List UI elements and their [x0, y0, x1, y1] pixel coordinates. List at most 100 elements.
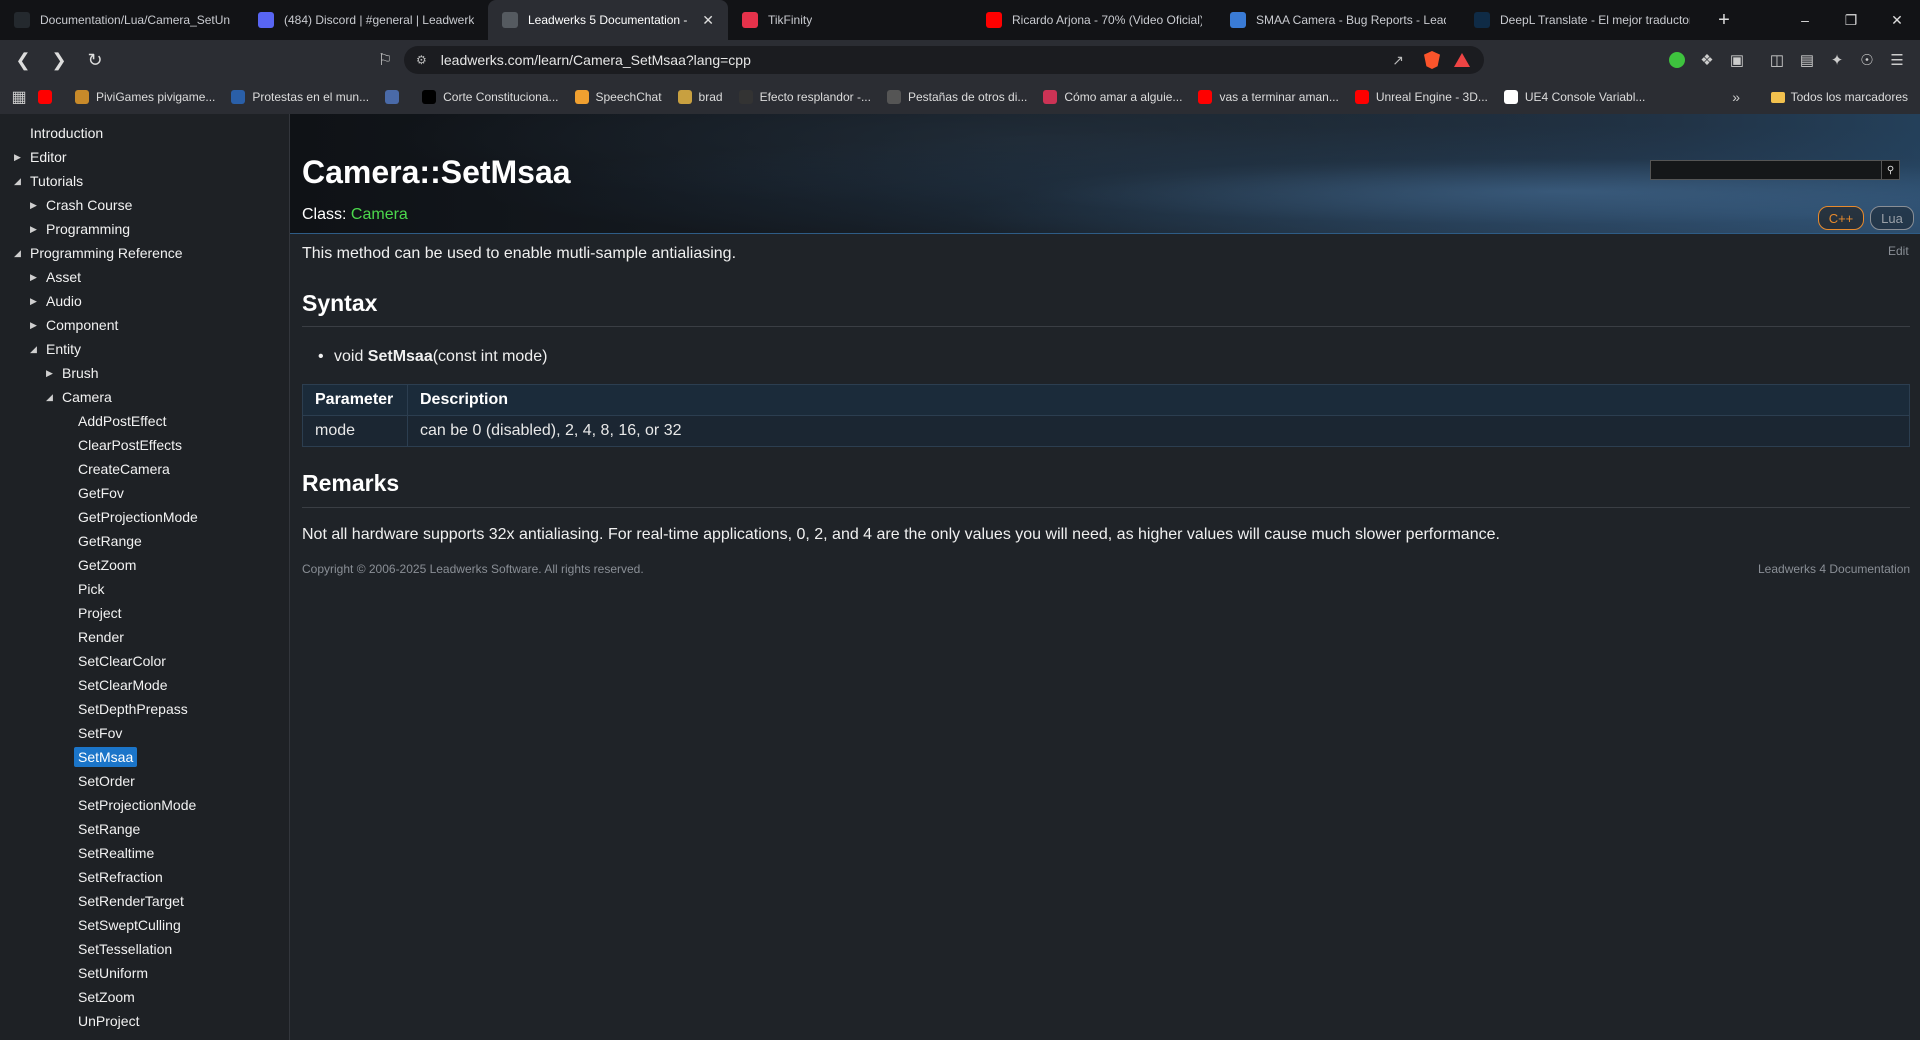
apps-grid-icon[interactable]: ▦ — [0, 87, 38, 107]
reload-icon[interactable]: ↻ — [80, 45, 110, 75]
bookmark-page-icon[interactable]: ⚐ — [370, 45, 400, 75]
sidebar-item[interactable]: CreateCamera — [78, 458, 170, 480]
sidebar-item[interactable]: UnProject — [78, 1010, 139, 1032]
sidebar-item[interactable]: Project — [78, 602, 122, 624]
brave-shields-icon[interactable] — [1424, 51, 1440, 69]
collapsed-arrow-icon[interactable]: ▶ — [30, 194, 40, 216]
sidebar-item[interactable]: SetRenderTarget — [78, 890, 184, 912]
minimize-icon[interactable]: – — [1782, 0, 1828, 40]
brave-rewards-icon[interactable] — [1454, 53, 1470, 67]
sidebar-item[interactable]: SetMsaa — [74, 746, 138, 768]
sidebar-item[interactable]: SetFov — [78, 722, 122, 744]
sidebar-item[interactable]: Introduction — [30, 122, 103, 144]
sidebar-item[interactable]: SetProjectionMode — [78, 794, 196, 816]
sidebar-item[interactable]: ◢ Programming Reference — [14, 242, 183, 264]
collapsed-arrow-icon[interactable]: ▶ — [30, 218, 40, 240]
sidebar-item[interactable]: ▶ Editor — [14, 146, 67, 168]
sidebar-item[interactable]: ▶ Asset — [30, 266, 81, 288]
sidebar-item[interactable]: SetRange — [78, 818, 140, 840]
sidebar-item[interactable]: ClearPostEffects — [78, 434, 182, 456]
expanded-arrow-icon[interactable]: ◢ — [14, 242, 24, 264]
bookmark-item[interactable]: Protestas en el mun... — [231, 90, 369, 104]
sidebar-item[interactable]: GetZoom — [78, 554, 136, 576]
sidebar-item[interactable]: ▶ Brush — [46, 362, 99, 384]
wallet-icon[interactable]: ▤ — [1792, 45, 1822, 75]
site-settings-icon[interactable]: ⚙ — [416, 53, 427, 67]
tab-deepl[interactable]: DeepL Translate - El mejor traductor — [1460, 0, 1704, 40]
bookmark-item[interactable]: Pestañas de otros di... — [886, 90, 1027, 104]
bookmark-item[interactable]: Corte Constituciona... — [422, 90, 559, 104]
sidebar-item[interactable]: SetDepthPrepass — [78, 698, 188, 720]
collapsed-arrow-icon[interactable]: ▶ — [46, 362, 56, 384]
lang-lua-button[interactable]: Lua — [1870, 206, 1914, 230]
expanded-arrow-icon[interactable]: ◢ — [30, 338, 40, 360]
tab-globe[interactable]: Leadwerks 5 Documentation - C ✕ — [488, 0, 728, 40]
all-bookmarks-button[interactable]: Todos los marcadores — [1770, 90, 1908, 104]
bookmark-item[interactable] — [38, 90, 59, 104]
search-icon[interactable]: ⚲ — [1881, 161, 1899, 179]
edit-link[interactable]: Edit — [1888, 244, 1909, 258]
sidebar-item[interactable]: ◢ Entity — [30, 338, 81, 360]
share-icon[interactable]: ↗ — [1392, 52, 1404, 69]
tab-youtube[interactable]: Ricardo Arjona - 70% (Video Oficial) — [972, 0, 1216, 40]
sidebar-item[interactable]: AddPostEffect — [78, 410, 166, 432]
screenshot-icon[interactable]: ▣ — [1722, 45, 1752, 75]
tab-github[interactable]: Documentation/Lua/Camera_SetUnif — [0, 0, 244, 40]
sidebar-item[interactable]: GetFov — [78, 482, 124, 504]
expanded-arrow-icon[interactable]: ◢ — [14, 170, 24, 192]
bookmark-item[interactable]: SpeechChat — [574, 90, 662, 104]
bookmark-item[interactable]: Efecto resplandor -... — [738, 90, 871, 104]
vpn-icon[interactable]: ☉ — [1852, 45, 1882, 75]
search-input[interactable] — [1651, 161, 1881, 179]
extensions-icon[interactable]: ❖ — [1692, 45, 1722, 75]
collapsed-arrow-icon[interactable]: ▶ — [14, 146, 24, 168]
tab-tikfinity[interactable]: TikFinity — [728, 0, 972, 40]
sidebar-item[interactable]: SetUniform — [78, 962, 148, 984]
sidebar-item[interactable]: ▶ Crash Course — [30, 194, 132, 216]
bookmark-item[interactable]: PiviGames pivigame... — [75, 90, 215, 104]
collapsed-arrow-icon[interactable]: ▶ — [30, 290, 40, 312]
menu-icon[interactable]: ☰ — [1882, 45, 1912, 75]
restore-icon[interactable]: ❐ — [1828, 0, 1874, 40]
close-tab-icon[interactable]: ✕ — [702, 12, 714, 29]
bookmark-item[interactable]: brad — [677, 90, 723, 104]
new-tab-icon[interactable]: + — [1704, 0, 1744, 40]
bookmark-item[interactable]: UE4 Console Variabl... — [1503, 90, 1645, 104]
sidebar-item[interactable]: SetZoom — [78, 986, 135, 1008]
bookmark-item[interactable]: Cómo amar a alguie... — [1043, 90, 1182, 104]
more-bookmarks-icon[interactable]: » — [1732, 89, 1740, 105]
sidebar-item[interactable]: ▶ Programming — [30, 218, 130, 240]
sidebar-item[interactable]: SetRealtime — [78, 842, 154, 864]
tab-discord[interactable]: (484) Discord | #general | Leadwerks — [244, 0, 488, 40]
sidebar-item[interactable]: SetSweptCulling — [78, 914, 181, 936]
bookmark-item[interactable] — [385, 90, 406, 104]
tab-leadwerks[interactable]: SMAA Camera - Bug Reports - Leadw — [1216, 0, 1460, 40]
footer-doc-link[interactable]: Leadwerks 4 Documentation — [1758, 562, 1910, 576]
extension-status-icon[interactable] — [1669, 52, 1685, 68]
sidebar-item[interactable]: GetProjectionMode — [78, 506, 198, 528]
sidebar-item[interactable]: ▶ Audio — [30, 290, 82, 312]
collapsed-arrow-icon[interactable]: ▶ — [30, 314, 40, 336]
bookmark-item[interactable]: Unreal Engine - 3D... — [1354, 90, 1488, 104]
class-link[interactable]: Camera — [351, 206, 408, 223]
sidebar-item[interactable]: ◢ Tutorials — [14, 170, 83, 192]
sidebar-item[interactable]: SetOrder — [78, 770, 135, 792]
sidebar-item[interactable]: ▶ Component — [30, 314, 118, 336]
back-icon[interactable]: ❮ — [8, 45, 38, 75]
collapsed-arrow-icon[interactable]: ▶ — [30, 266, 40, 288]
sidebar-item[interactable]: Pick — [78, 578, 104, 600]
sidebar-item[interactable]: SetRefraction — [78, 866, 163, 888]
sidebar-item[interactable]: ◢ Camera — [46, 386, 112, 408]
sidebar-item[interactable]: SetClearMode — [78, 674, 168, 696]
address-bar[interactable]: ⚙ leadwerks.com/learn/Camera_SetMsaa?lan… — [404, 46, 1484, 74]
close-window-icon[interactable]: ✕ — [1874, 0, 1920, 40]
sidebar-toggle-icon[interactable]: ◫ — [1762, 45, 1792, 75]
forward-icon[interactable]: ❯ — [44, 45, 74, 75]
sidebar-item[interactable]: SetTessellation — [78, 938, 172, 960]
bookmark-item[interactable]: vas a terminar aman... — [1198, 90, 1339, 104]
sidebar-item[interactable]: GetRange — [78, 530, 142, 552]
sidebar-item[interactable]: SetClearColor — [78, 650, 166, 672]
lang-cpp-button[interactable]: C++ — [1818, 206, 1864, 230]
collapsed-arrow-icon[interactable]: ▶ — [46, 1034, 56, 1040]
leo-ai-icon[interactable]: ✦ — [1822, 45, 1852, 75]
